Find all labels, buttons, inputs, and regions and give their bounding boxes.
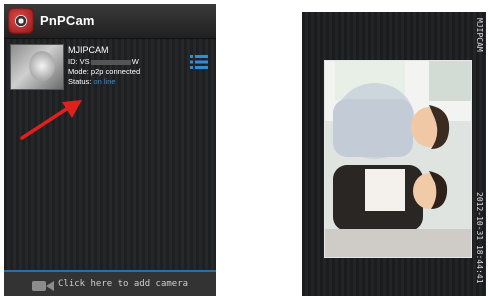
camera-list-screen: PnPCam MJIPCAM ID: VS W Mode: p2p connect… [4,4,216,296]
overlay-timestamp: 2012-10-31 18:44:41 [475,192,484,284]
app-bar: PnPCam [4,4,216,39]
screenshot-composite: PnPCam MJIPCAM ID: VS W Mode: p2p connect… [0,0,488,299]
status-value: on line [93,77,116,86]
video-image [325,61,471,257]
camera-logo-icon [8,8,34,34]
video-feed[interactable] [324,60,472,258]
add-camera-label: Click here to add camera [58,279,189,289]
app-title: PnPCam [40,13,95,28]
camera-name: MJIPCAM [68,45,109,55]
camera-live-view-screen: MJIPCAM 2012-10-31 18:44:41 [302,12,486,296]
camera-id: ID: VS W [68,57,139,66]
red-arrow [20,100,82,140]
list-menu-icon[interactable] [190,54,208,70]
add-camera-bar[interactable]: Click here to add camera [4,270,216,296]
camera-icon [32,281,54,291]
overlay-camera-name: MJIPCAM [475,18,484,52]
camera-mode: Mode: p2p connected [68,67,141,76]
camera-list-item[interactable]: MJIPCAM ID: VS W Mode: p2p connected Stat… [10,44,210,94]
camera-thumbnail[interactable] [10,44,64,90]
camera-status: Status: on line [68,77,116,86]
id-redaction [90,59,131,65]
